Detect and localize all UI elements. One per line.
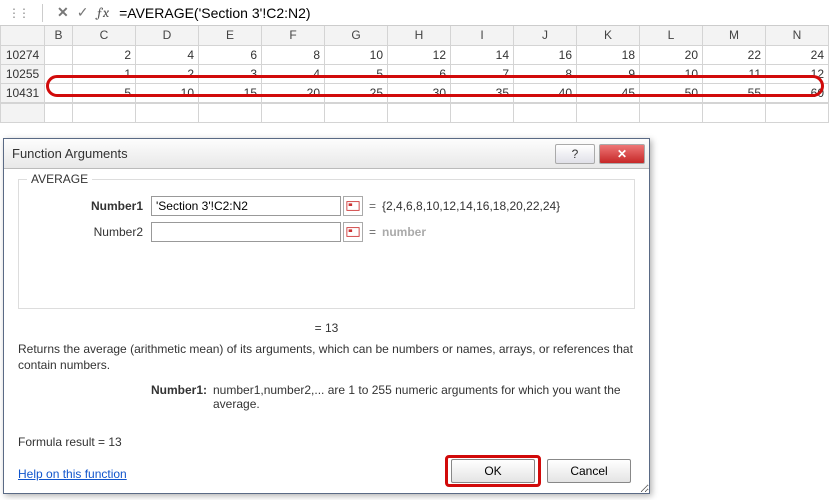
cell[interactable]: 25: [325, 83, 388, 102]
arg-row: Number1 = {2,4,6,8,10,12,14,16,18,20,22,24…: [31, 196, 622, 216]
cell[interactable]: 60: [766, 83, 829, 102]
col-header[interactable]: F: [262, 26, 325, 45]
col-header[interactable]: E: [199, 26, 262, 45]
column-headers: B C D E F G H I J K L M N: [1, 26, 829, 45]
cell[interactable]: 55: [703, 83, 766, 102]
arg-label: Number1: [31, 199, 151, 213]
spreadsheet-grid[interactable]: B C D E F G H I J K L M N 10274246810121…: [0, 26, 829, 103]
cell[interactable]: 5: [73, 83, 136, 102]
arg-preview: number: [382, 225, 426, 239]
cell[interactable]: 11: [703, 64, 766, 83]
equals-label: =: [369, 199, 376, 213]
col-header[interactable]: J: [514, 26, 577, 45]
row-header[interactable]: 10255: [1, 64, 45, 83]
cell[interactable]: 12: [766, 64, 829, 83]
table-row[interactable]: 10255123456789101112: [1, 64, 829, 83]
col-header[interactable]: N: [766, 26, 829, 45]
col-header[interactable]: H: [388, 26, 451, 45]
cell[interactable]: 9: [577, 64, 640, 83]
function-arguments-dialog: Function Arguments ? ✕ AVERAGE Number1 = {…: [3, 138, 650, 494]
cell[interactable]: 20: [262, 83, 325, 102]
cell[interactable]: 1: [73, 64, 136, 83]
ok-button[interactable]: OK: [451, 459, 535, 483]
corner-cell: [1, 26, 45, 45]
cell[interactable]: 15: [199, 83, 262, 102]
arg-detail-text: number1,number2,... are 1 to 255 numeric…: [213, 383, 635, 411]
col-header[interactable]: D: [136, 26, 199, 45]
divider: [42, 4, 43, 22]
dialog-title: Function Arguments: [12, 146, 128, 161]
enter-formula-icon[interactable]: ✓: [77, 4, 89, 21]
cell[interactable]: 7: [451, 64, 514, 83]
cell[interactable]: 10: [640, 64, 703, 83]
formula-input[interactable]: [109, 3, 829, 23]
cell[interactable]: 3: [199, 64, 262, 83]
table-row[interactable]: 10431 51015202530354045505560: [1, 83, 829, 102]
close-icon[interactable]: ✕: [599, 144, 645, 164]
col-header[interactable]: I: [451, 26, 514, 45]
result-equals: = 13: [18, 321, 635, 335]
row-header[interactable]: 10431: [1, 83, 45, 102]
formula-bar-icons: ⋮⋮ ✕ ✓ ƒx: [8, 4, 109, 22]
arg-row: Number2 = number: [31, 222, 622, 242]
row-header[interactable]: 10274: [1, 45, 45, 64]
range-select-icon[interactable]: [343, 196, 363, 216]
cell[interactable]: 2: [73, 45, 136, 64]
cell[interactable]: 10: [325, 45, 388, 64]
help-link[interactable]: Help on this function: [18, 467, 127, 481]
arg-label: Number2: [31, 225, 151, 239]
cell[interactable]: 4: [262, 64, 325, 83]
fx-icon[interactable]: ƒx: [96, 4, 109, 21]
col-header[interactable]: B: [45, 26, 73, 45]
cancel-button[interactable]: Cancel: [547, 459, 631, 483]
arg-input[interactable]: [151, 196, 341, 216]
cell[interactable]: 14: [451, 45, 514, 64]
cancel-formula-icon[interactable]: ✕: [57, 4, 69, 21]
table-row[interactable]: 1027424681012141618202224: [1, 45, 829, 64]
cell[interactable]: 35: [451, 83, 514, 102]
dots-icon: ⋮⋮: [8, 6, 28, 20]
col-header[interactable]: M: [703, 26, 766, 45]
arg-input[interactable]: [151, 222, 341, 242]
col-header[interactable]: C: [73, 26, 136, 45]
cell[interactable]: 18: [577, 45, 640, 64]
arg-preview: {2,4,6,8,10,12,14,16,18,20,22,24}: [382, 199, 560, 213]
col-header[interactable]: G: [325, 26, 388, 45]
cell[interactable]: 6: [388, 64, 451, 83]
cell[interactable]: 6: [199, 45, 262, 64]
cell[interactable]: 16: [514, 45, 577, 64]
cell[interactable]: 50: [640, 83, 703, 102]
cell[interactable]: 40: [514, 83, 577, 102]
arg-detail-label: Number1:: [18, 383, 213, 411]
cell[interactable]: 22: [703, 45, 766, 64]
formula-bar: ⋮⋮ ✕ ✓ ƒx: [0, 0, 829, 26]
function-description: Returns the average (arithmetic mean) of…: [18, 341, 635, 373]
cell[interactable]: 2: [136, 64, 199, 83]
equals-label: =: [369, 225, 376, 239]
range-select-icon[interactable]: [343, 222, 363, 242]
help-icon[interactable]: ?: [555, 144, 595, 164]
col-header[interactable]: L: [640, 26, 703, 45]
cell[interactable]: 20: [640, 45, 703, 64]
cell[interactable]: 8: [262, 45, 325, 64]
formula-result: Formula result = 13: [18, 435, 122, 449]
cell[interactable]: 10: [136, 83, 199, 102]
col-header[interactable]: K: [577, 26, 640, 45]
dialog-titlebar[interactable]: Function Arguments ? ✕: [4, 139, 649, 169]
cell[interactable]: 4: [136, 45, 199, 64]
function-name-label: AVERAGE: [27, 172, 92, 186]
cell[interactable]: 30: [388, 83, 451, 102]
cell[interactable]: 8: [514, 64, 577, 83]
cell[interactable]: 24: [766, 45, 829, 64]
cell[interactable]: 12: [388, 45, 451, 64]
cell[interactable]: 5: [325, 64, 388, 83]
cell[interactable]: 45: [577, 83, 640, 102]
